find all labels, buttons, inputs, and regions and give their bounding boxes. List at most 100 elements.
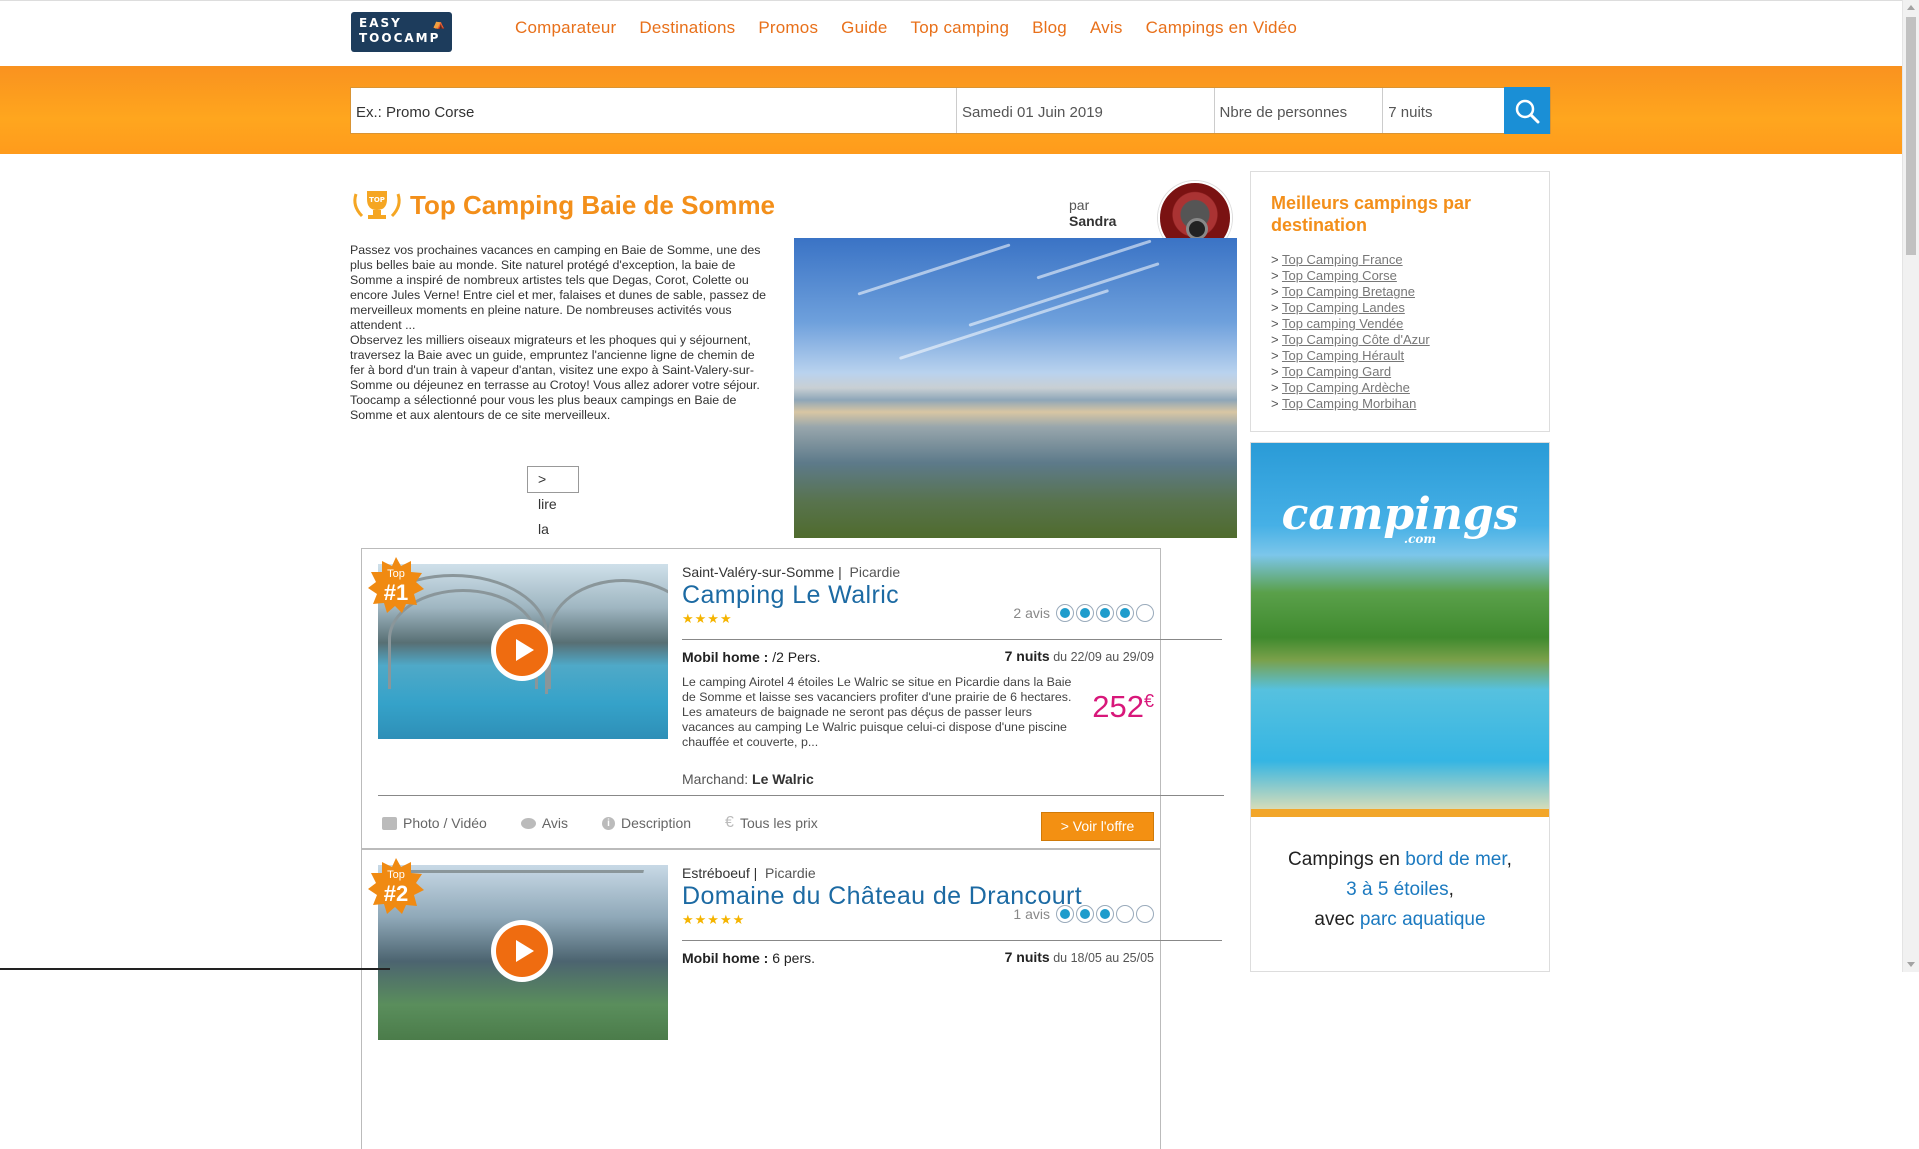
list-item: > Top Camping Ardèche (1271, 380, 1410, 395)
list-item: > Top Camping Côte d'Azur (1271, 332, 1430, 347)
ad-highlight: 3 à 5 étoiles (1346, 879, 1449, 900)
camping-region: Picardie (765, 865, 816, 881)
play-button-icon[interactable] (491, 619, 553, 681)
sidebar-link[interactable]: Top Camping Landes (1282, 300, 1405, 315)
logo-text-line2: TOOCAMP (359, 31, 441, 45)
trophy-icon: TOP (353, 191, 401, 219)
rating-dot-icon (1076, 604, 1094, 622)
star-rating: ★★★★★ (682, 912, 746, 927)
reviews-tab[interactable]: Avis (520, 814, 568, 832)
photo-video-tab[interactable]: Photo / Vidéo (382, 814, 487, 832)
badge-rank-number: #2 (383, 881, 409, 906)
ad-text-part: , (1506, 849, 1512, 870)
search-persons-input[interactable]: Nbre de personnes (1215, 88, 1384, 133)
sidebar-link[interactable]: Top camping Vendée (1282, 316, 1403, 331)
sidebar-link[interactable]: Top Camping Côte d'Azur (1282, 332, 1430, 347)
speech-bubble-icon (520, 817, 536, 829)
rental-type: Mobil home : 6 pers. (682, 950, 815, 966)
merchant: Marchand: Le Walric (682, 771, 814, 787)
page-scrollbar[interactable] (1902, 0, 1919, 972)
site-logo[interactable]: EASY ⛺ TOOCAMP (351, 12, 452, 52)
rental-label: Mobil home : (682, 649, 769, 665)
ad-line: avec parc aquatique (1251, 905, 1549, 935)
reviews-rating[interactable]: 1 avis (1013, 905, 1154, 923)
ad-stripe (1251, 809, 1549, 817)
pool-dome (548, 579, 668, 689)
badge-top-label: Top (387, 568, 405, 580)
sidebar-link[interactable]: Top Camping Bretagne (1282, 284, 1415, 299)
read-more-button[interactable]: > lire la suite (527, 466, 579, 562)
sidebar-link[interactable]: Top Camping Morbihan (1282, 396, 1416, 411)
rental-type: Mobil home : /2 Pers. (682, 649, 820, 665)
scrollbar-thumb[interactable] (1906, 17, 1916, 255)
rating-dot-icon (1116, 905, 1134, 923)
sidebar-link[interactable]: Top Camping Ardèche (1282, 380, 1410, 395)
sidebar-link[interactable]: Top Camping France (1282, 252, 1403, 267)
sidebar-link[interactable]: Top Camping Hérault (1282, 348, 1404, 363)
list-item: > Top Camping Gard (1271, 364, 1392, 379)
sidebar-link[interactable]: Top Camping Corse (1282, 268, 1397, 283)
reviews-rating[interactable]: 2 avis (1013, 604, 1154, 622)
card-actions: Photo / Vidéo Avis i Description € Tous le… (382, 814, 852, 832)
rating-dot-icon (1056, 905, 1074, 923)
stay-info: 7 nuits du 18/05 au 25/05 (1005, 949, 1154, 965)
intro-text: Passez vos prochaines vacances en campin… (350, 243, 772, 423)
price: 252€ (1092, 689, 1154, 725)
list-item: > Top Camping France (1271, 252, 1403, 267)
badge-top-label: Top (387, 869, 405, 881)
rating-dot-icon (1056, 604, 1074, 622)
list-item: > Top camping Vendée (1271, 316, 1404, 331)
merchant-name: Le Walric (752, 771, 814, 787)
play-button-icon[interactable] (491, 920, 553, 982)
nav-guide[interactable]: Guide (841, 18, 887, 38)
reviews-count: 1 avis (1013, 906, 1050, 922)
nav-promos[interactable]: Promos (758, 18, 818, 38)
see-offer-button[interactable]: > Voir l'offre (1041, 812, 1154, 841)
ad-text-part: , (1448, 879, 1454, 900)
price-amount: 252 (1092, 689, 1144, 724)
scroll-up-icon[interactable] (1907, 5, 1915, 10)
camping-city: Saint-Valéry-sur-Somme (682, 564, 835, 580)
ad-text-part: avec (1314, 909, 1360, 930)
nav-blog[interactable]: Blog (1032, 18, 1067, 38)
camping-location: Saint-Valéry-sur-Somme | Picardie (682, 564, 901, 580)
reviews-count: 2 avis (1013, 605, 1050, 621)
search-button[interactable] (1504, 87, 1551, 134)
intro-paragraph: Passez vos prochaines vacances en campin… (350, 243, 767, 332)
tent-icon: ⛺ (432, 19, 445, 30)
divider (682, 639, 1222, 640)
nav-videos[interactable]: Campings en Vidéo (1146, 18, 1297, 38)
star-rating: ★★★★ (682, 611, 733, 626)
rating-dot-icon (1136, 604, 1154, 622)
camping-city: Estréboeuf (682, 865, 750, 881)
best-campings-box: Meilleurs campings par destination > Top… (1250, 171, 1550, 432)
scroll-down-icon[interactable] (1907, 962, 1915, 967)
author-name: Sandra (1069, 213, 1117, 229)
search-date-input[interactable]: Samedi 01 Juin 2019 (957, 88, 1215, 133)
nav-avis[interactable]: Avis (1090, 18, 1123, 38)
list-item: > Top Camping Hérault (1271, 348, 1405, 363)
rental-persons: 6 pers. (772, 950, 816, 966)
campings-com-ad[interactable]: campings .com Campings en bord de mer, 3 … (1250, 442, 1550, 972)
search-nights-input[interactable]: 7 nuits (1383, 88, 1504, 133)
search-query-input[interactable]: Ex.: Promo Corse (351, 88, 957, 133)
merchant-label: Marchand: (682, 771, 749, 787)
description-paragraph: Les amateurs de baignade ne seront pas d… (682, 705, 1067, 749)
description-tab[interactable]: i Description (602, 814, 691, 832)
author-prefix: par (1069, 197, 1090, 213)
nav-destinations[interactable]: Destinations (639, 18, 735, 38)
camping-description: Le camping Airotel 4 étoiles Le Walric s… (682, 675, 1085, 750)
camping-name[interactable]: Camping Le Walric (682, 581, 899, 610)
ad-text-part: Campings en (1288, 849, 1406, 870)
nav-top-camping[interactable]: Top camping (911, 18, 1010, 38)
sidebar-link[interactable]: Top Camping Gard (1282, 364, 1391, 379)
list-item: > Top Camping Landes (1271, 300, 1405, 315)
camping-region: Picardie (849, 564, 901, 580)
stay-nights: 7 nuits (1004, 648, 1050, 664)
nav-comparateur[interactable]: Comparateur (515, 18, 616, 38)
photo-video-label: Photo / Vidéo (403, 815, 487, 831)
camping-location: Estréboeuf | Picardie (682, 865, 816, 881)
rating-dot-icon (1136, 905, 1154, 923)
main-nav: Comparateur Destinations Promos Guide To… (515, 18, 1320, 38)
all-prices-tab[interactable]: € Tous les prix (725, 814, 818, 832)
